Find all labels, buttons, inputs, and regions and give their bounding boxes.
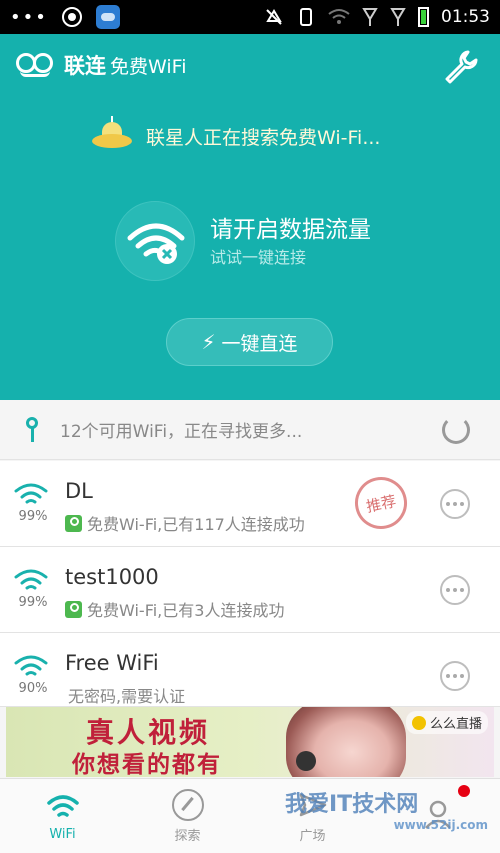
more-notifications-icon: ••• xyxy=(10,6,48,28)
wifi-description: 免费Wi-Fi,已有3人连接成功 xyxy=(65,597,284,621)
mute-icon xyxy=(266,9,282,25)
settings-wrench-icon[interactable] xyxy=(442,48,478,84)
signal-strength: 90% xyxy=(18,681,48,696)
wifi-tab-icon xyxy=(46,794,79,817)
wifi-description: 免费Wi-Fi,已有117人连接成功 xyxy=(65,511,305,535)
app-subtitle: 免费WiFi xyxy=(110,55,187,78)
available-wifi-text: 12个可用WiFi，正在寻找更多... xyxy=(60,422,303,442)
tab-wifi-label: WiFi xyxy=(49,826,76,842)
one-key-connect-label: 一键直连 xyxy=(221,332,298,355)
free-key-icon xyxy=(65,600,82,618)
wifi-description-text: 免费Wi-Fi,已有3人连接成功 xyxy=(87,601,285,620)
wifi-list-item[interactable]: 99% test1000 免费Wi-Fi,已有3人连接成功 xyxy=(0,547,500,633)
refresh-icon[interactable] xyxy=(442,416,470,444)
wifi-signal-icon xyxy=(14,655,48,676)
site-watermark: 我爱IT技术网 www.52ij.com xyxy=(285,786,500,850)
key-icon xyxy=(22,416,42,443)
wifi-disabled-icon xyxy=(115,201,195,281)
wifi-description-text: 免费Wi-Fi,已有117人连接成功 xyxy=(87,515,305,534)
wifi-status-icon xyxy=(328,9,350,24)
gps-icon xyxy=(61,7,82,27)
wifi-description-text: 无密码,需要认证 xyxy=(68,687,186,706)
microphone-icon xyxy=(296,751,316,771)
wifi-list-item[interactable]: 90% Free WiFi 无密码,需要认证 xyxy=(0,633,500,707)
wifi-signal-icon xyxy=(14,483,48,504)
ad-banner[interactable]: 真人视频 你想看的都有 么么直播 xyxy=(6,707,494,777)
wifi-description: 无密码,需要认证 xyxy=(68,683,185,707)
live-badge: 么么直播 xyxy=(405,711,488,734)
signal-2-icon xyxy=(390,8,406,26)
status-time: 01:53 xyxy=(441,7,490,27)
app-logo: 联连 免费WiFi xyxy=(16,50,186,80)
live-logo-icon xyxy=(411,715,426,730)
battery-icon xyxy=(418,7,429,27)
watermark-text: 我爱IT技术网 xyxy=(285,792,419,817)
status-bar: ••• 01:53 xyxy=(0,0,500,34)
vibrate-icon xyxy=(300,8,312,26)
ufo-icon xyxy=(90,116,134,156)
more-options-icon[interactable] xyxy=(440,489,470,519)
signal-1-icon xyxy=(362,8,378,26)
signal-strength: 99% xyxy=(18,595,48,610)
wifi-list-item[interactable]: 99% DL 免费Wi-Fi,已有117人连接成功 推荐 xyxy=(0,461,500,547)
lightning-icon: ⚡ xyxy=(201,330,216,354)
more-options-icon[interactable] xyxy=(440,575,470,605)
logo-icon xyxy=(16,51,56,79)
connect-subtitle: 试试一键连接 xyxy=(210,248,307,267)
live-label: 么么直播 xyxy=(429,717,482,732)
search-status-text: 联星人正在搜索免费Wi-Fi... xyxy=(146,126,381,149)
weather-app-icon xyxy=(95,5,120,29)
search-status: 联星人正在搜索免费Wi-Fi... xyxy=(90,116,380,156)
wifi-signal-icon xyxy=(14,569,48,590)
wifi-name: test1000 xyxy=(65,565,159,589)
one-key-connect-button[interactable]: ⚡ 一键直连 xyxy=(166,318,333,366)
wifi-name: DL xyxy=(65,479,93,503)
tab-wifi[interactable]: WiFi xyxy=(0,779,125,853)
app-name: 联连 xyxy=(64,54,106,78)
wifi-name: Free WiFi xyxy=(65,651,159,675)
compass-icon xyxy=(171,788,204,821)
available-wifi-row: 12个可用WiFi，正在寻找更多... xyxy=(0,400,500,460)
more-options-icon[interactable] xyxy=(440,661,470,691)
header-panel: 联连 免费WiFi 联星人正在搜索免费Wi-Fi... 请开启数据流量 试试一键… xyxy=(0,34,500,400)
connect-title: 请开启数据流量 xyxy=(210,217,371,243)
tab-explore[interactable]: 探索 xyxy=(125,779,250,853)
recommended-stamp: 推荐 xyxy=(350,472,412,534)
free-key-icon xyxy=(65,514,82,532)
tab-explore-label: 探索 xyxy=(174,828,201,844)
ad-subline: 你想看的都有 xyxy=(72,752,222,777)
signal-strength: 99% xyxy=(18,509,48,524)
watermark-url: www.52ij.com xyxy=(393,818,488,832)
